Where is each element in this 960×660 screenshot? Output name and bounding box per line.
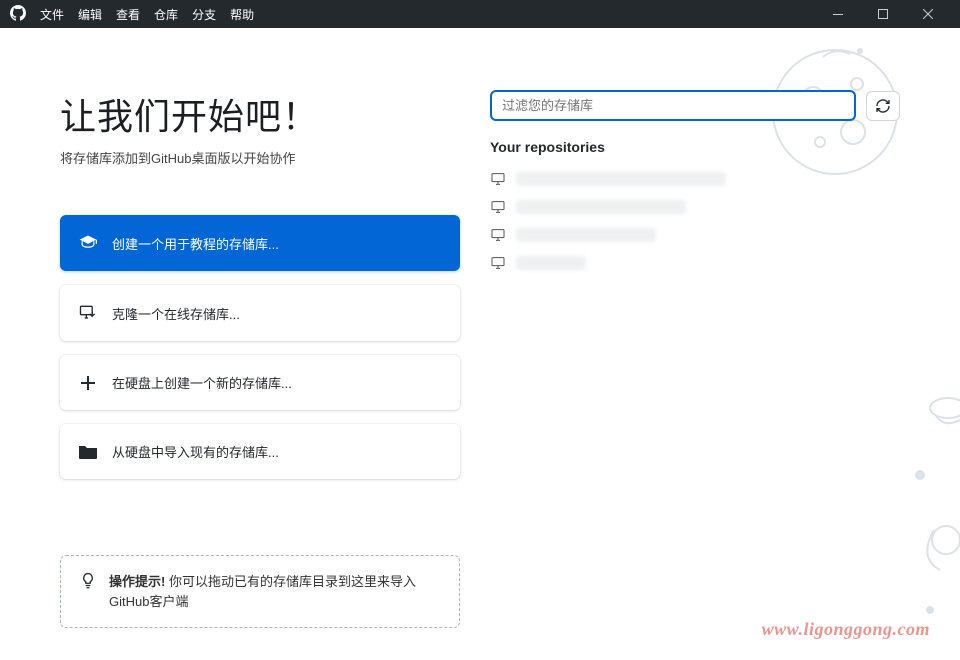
github-logo-icon: [10, 5, 26, 24]
refresh-button[interactable]: [866, 91, 900, 121]
create-tutorial-repo-label: 创建一个用于教程的存储库...: [112, 234, 279, 253]
lightbulb-icon: [79, 572, 97, 596]
pro-tip-text: 操作提示! 你可以拖动已有的存储库目录到这里来导入GitHub客户端: [109, 572, 441, 611]
repo-name-redacted: [516, 200, 686, 214]
filter-repos-input[interactable]: [490, 90, 856, 121]
list-item[interactable]: [490, 249, 900, 277]
minimize-button[interactable]: [815, 0, 860, 28]
plus-icon: [78, 374, 98, 392]
left-column: 让我们开始吧！ 将存储库添加到GitHub桌面版以开始协作 创建一个用于教程的存…: [60, 88, 460, 628]
import-local-repo-label: 从硬盘中导入现有的存储库...: [112, 442, 279, 461]
pro-tip-label: 操作提示!: [109, 574, 165, 589]
clone-repo-label: 克隆一个在线存储库...: [112, 304, 240, 323]
menu-edit[interactable]: 编辑: [78, 6, 102, 23]
side-doodles: [900, 380, 960, 640]
filter-row: [490, 90, 900, 121]
repo-name-redacted: [516, 256, 586, 270]
menu-branch[interactable]: 分支: [192, 6, 216, 23]
folder-icon: [78, 443, 98, 461]
refresh-icon: [875, 98, 891, 114]
maximize-button[interactable]: [860, 0, 905, 28]
titlebar: 文件 编辑 查看 仓库 分支 帮助: [0, 0, 960, 28]
menu-file[interactable]: 文件: [40, 6, 64, 23]
list-item[interactable]: [490, 221, 900, 249]
right-column: Your repositories: [490, 88, 900, 628]
list-item[interactable]: [490, 165, 900, 193]
menu-view[interactable]: 查看: [116, 6, 140, 23]
desktop-icon: [490, 171, 506, 187]
clone-repo-button[interactable]: 克隆一个在线存储库...: [60, 285, 460, 341]
desktop-download-icon: [78, 303, 98, 323]
page-subtitle: 将存储库添加到GitHub桌面版以开始协作: [60, 148, 460, 167]
create-local-repo-button[interactable]: 在硬盘上创建一个新的存储库...: [60, 355, 460, 410]
repo-name-redacted: [516, 172, 726, 186]
repos-heading: Your repositories: [490, 139, 900, 155]
main-content: 让我们开始吧！ 将存储库添加到GitHub桌面版以开始协作 创建一个用于教程的存…: [0, 28, 960, 628]
menu-repository[interactable]: 仓库: [154, 6, 178, 23]
pro-tip-box: 操作提示! 你可以拖动已有的存储库目录到这里来导入GitHub客户端: [60, 555, 460, 628]
create-tutorial-repo-button[interactable]: 创建一个用于教程的存储库...: [60, 215, 460, 271]
mortarboard-icon: [78, 233, 98, 253]
repo-name-redacted: [516, 228, 656, 242]
window-controls: [815, 0, 950, 28]
desktop-icon: [490, 199, 506, 215]
menu-help[interactable]: 帮助: [230, 6, 254, 23]
watermark: www.ligonggong.com: [762, 619, 930, 640]
import-local-repo-button[interactable]: 从硬盘中导入现有的存储库...: [60, 424, 460, 479]
close-button[interactable]: [905, 0, 950, 28]
menu-bar: 文件 编辑 查看 仓库 分支 帮助: [10, 5, 254, 24]
page-title: 让我们开始吧！: [60, 88, 460, 140]
desktop-icon: [490, 255, 506, 271]
create-local-repo-label: 在硬盘上创建一个新的存储库...: [112, 373, 292, 392]
desktop-icon: [490, 227, 506, 243]
list-item[interactable]: [490, 193, 900, 221]
